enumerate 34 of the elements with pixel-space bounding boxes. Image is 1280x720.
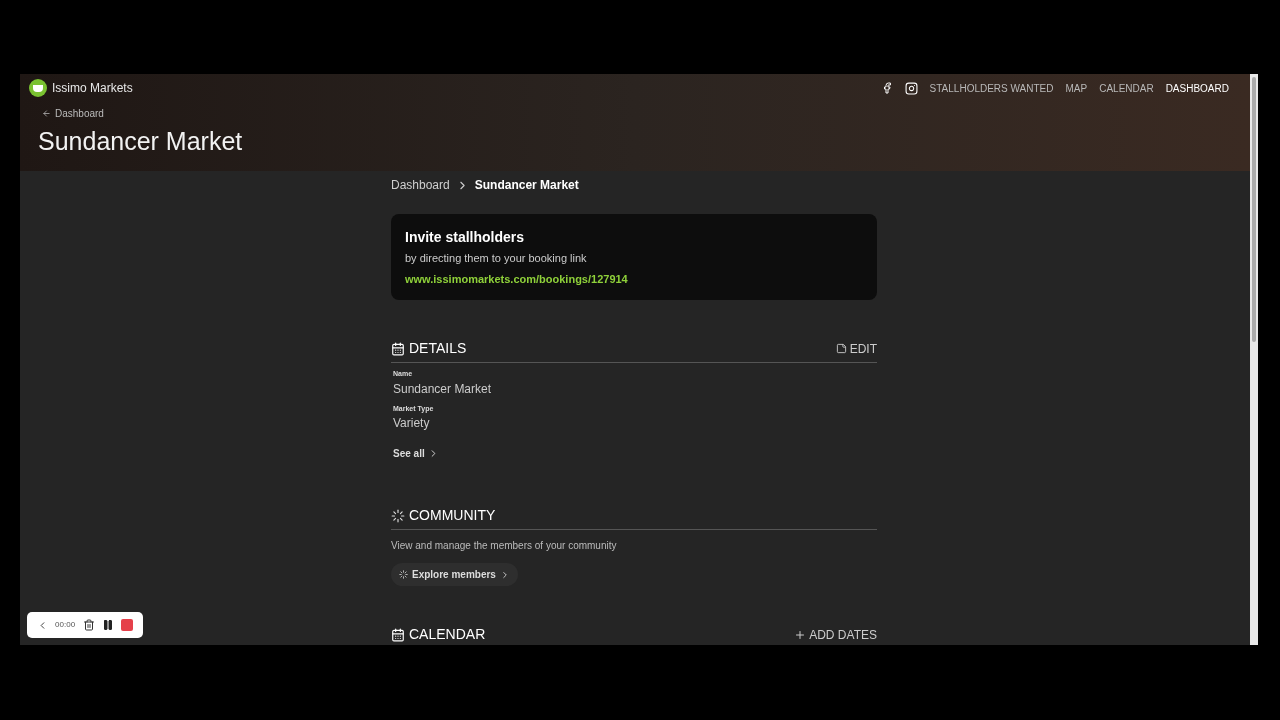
- nav-link[interactable]: MAP: [1065, 80, 1088, 96]
- community-description: View and manage the members of your community: [391, 539, 618, 553]
- breadcrumb-current: Sundancer Market: [474, 177, 579, 194]
- stop-icon[interactable]: [121, 619, 134, 631]
- explore-members-button[interactable]: Explore members: [391, 563, 518, 586]
- field-value: Variety: [393, 415, 431, 432]
- nav-link[interactable]: CALENDAR: [1099, 80, 1154, 96]
- booking-link[interactable]: www.issimomarkets.com/bookings/127914: [405, 270, 863, 287]
- invite-title: Invite stallholders: [405, 228, 526, 247]
- pause-icon[interactable]: [101, 619, 114, 631]
- back-link[interactable]: Dashboard: [55, 106, 104, 121]
- calendar-icon: [391, 627, 405, 642]
- field-value: Sundancer Market: [393, 380, 493, 398]
- brand-name[interactable]: Issimo Markets: [52, 79, 133, 97]
- recording-time: 00:00: [55, 619, 76, 631]
- section-heading: DETAILS: [409, 339, 467, 358]
- edit-button[interactable]: EDIT: [835, 339, 877, 358]
- page-title: Sundancer Market: [38, 126, 244, 157]
- nav-link[interactable]: DASHBOARD: [1165, 80, 1229, 96]
- add-dates-button[interactable]: ADD DATES: [794, 625, 877, 644]
- logo-icon: [29, 79, 47, 97]
- note-icon: [835, 343, 847, 354]
- calendar-icon: [391, 341, 405, 356]
- scrollbar[interactable]: [1250, 74, 1258, 645]
- invite-subtitle: by directing them to your booking link: [405, 251, 588, 266]
- plus-icon: [794, 628, 807, 641]
- section-heading: COMMUNITY: [409, 506, 496, 525]
- back-arrow-icon: [42, 109, 51, 118]
- section-heading: CALENDAR: [409, 625, 486, 644]
- see-all-link[interactable]: See all: [393, 446, 439, 461]
- nav-link[interactable]: STALLHOLDERS WANTED: [929, 80, 1054, 96]
- instagram-icon[interactable]: [904, 81, 918, 95]
- breadcrumb-link[interactable]: Dashboard: [391, 176, 450, 194]
- delete-icon[interactable]: [82, 619, 95, 631]
